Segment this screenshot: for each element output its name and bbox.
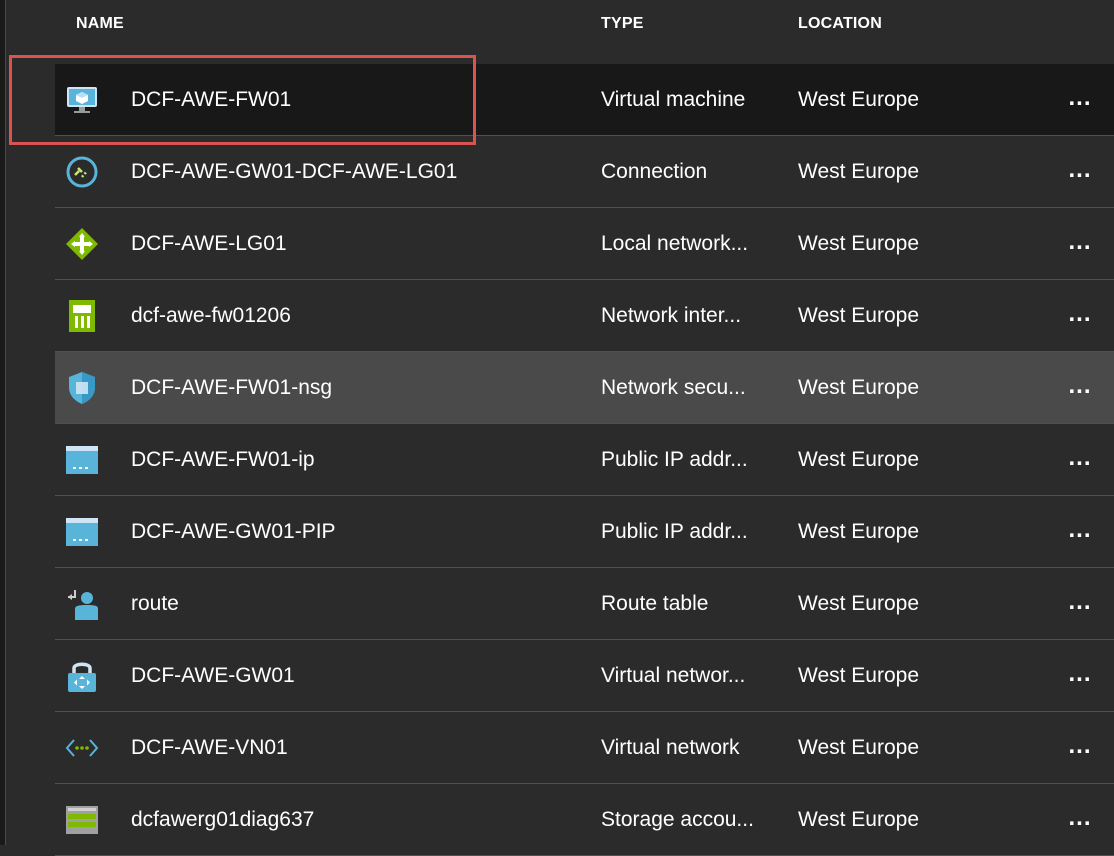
resource-name[interactable]: DCF-AWE-GW01-DCF-AWE-LG01 xyxy=(131,160,457,184)
route-table-icon xyxy=(65,587,99,621)
resource-type: Virtual networ... xyxy=(601,664,746,687)
more-options-button[interactable]: ... xyxy=(1060,156,1100,186)
resource-type: Virtual machine xyxy=(601,88,746,111)
resource-location: West Europe xyxy=(798,160,920,183)
public-ip-icon xyxy=(65,515,99,549)
resource-location: West Europe xyxy=(798,88,920,111)
resource-name[interactable]: dcf-awe-fw01206 xyxy=(131,304,291,328)
resource-location: West Europe xyxy=(798,520,920,543)
resource-location: West Europe xyxy=(798,664,920,687)
virtual-machine-icon xyxy=(65,83,99,117)
resource-type: Network secu... xyxy=(601,376,746,399)
column-header-location[interactable]: LOCATION xyxy=(798,15,882,33)
resource-location: West Europe xyxy=(798,592,920,615)
table-row[interactable]: DCF-AWE-GW01-DCF-AWE-LG01 Connection Wes… xyxy=(55,136,1114,208)
storage-account-icon xyxy=(65,803,99,837)
table-row[interactable]: DCF-AWE-FW01 Virtual machine West Europe… xyxy=(55,64,1114,136)
resource-location: West Europe xyxy=(798,808,920,831)
table-row[interactable]: dcf-awe-fw01206 Network inter... West Eu… xyxy=(55,280,1114,352)
more-options-button[interactable]: ... xyxy=(1060,372,1100,402)
resource-name[interactable]: DCF-AWE-FW01 xyxy=(131,88,291,112)
resource-location: West Europe xyxy=(798,232,920,255)
resource-type: Public IP addr... xyxy=(601,520,748,543)
resource-location: West Europe xyxy=(798,736,920,759)
resource-type: Virtual network xyxy=(601,736,740,759)
more-options-button[interactable]: ... xyxy=(1060,660,1100,690)
resource-location: West Europe xyxy=(798,448,920,471)
more-options-button[interactable]: ... xyxy=(1060,228,1100,258)
resource-location: West Europe xyxy=(798,376,920,399)
table-row[interactable]: DCF-AWE-GW01 Virtual networ... West Euro… xyxy=(55,640,1114,712)
resource-table: DCF-AWE-FW01 Virtual machine West Europe… xyxy=(55,64,1114,856)
more-options-button[interactable]: ... xyxy=(1060,588,1100,618)
table-row[interactable]: DCF-AWE-LG01 Local network... West Europ… xyxy=(55,208,1114,280)
resource-type: Local network... xyxy=(601,232,749,255)
more-options-button[interactable]: ... xyxy=(1060,732,1100,762)
column-header-type[interactable]: TYPE xyxy=(601,15,644,33)
column-header-name[interactable]: NAME xyxy=(76,15,124,33)
shield-icon xyxy=(65,371,99,405)
table-row[interactable]: dcfawerg01diag637 Storage accou... West … xyxy=(55,784,1114,856)
resource-name[interactable]: DCF-AWE-VN01 xyxy=(131,736,288,760)
virtual-network-icon xyxy=(65,731,99,765)
table-row[interactable]: DCF-AWE-FW01-ip Public IP addr... West E… xyxy=(55,424,1114,496)
resource-type: Public IP addr... xyxy=(601,448,748,471)
resource-name[interactable]: DCF-AWE-GW01-PIP xyxy=(131,520,336,544)
table-header: NAME TYPE LOCATION xyxy=(6,0,1114,50)
resource-type: Route table xyxy=(601,592,709,615)
public-ip-icon xyxy=(65,443,99,477)
table-row[interactable]: route Route table West Europe ... xyxy=(55,568,1114,640)
resource-name[interactable]: DCF-AWE-GW01 xyxy=(131,664,295,688)
more-options-button[interactable]: ... xyxy=(1060,516,1100,546)
local-network-gateway-icon xyxy=(65,227,99,261)
resource-name[interactable]: dcfawerg01diag637 xyxy=(131,808,314,832)
vpn-gateway-lock-icon xyxy=(65,659,99,693)
connection-icon xyxy=(65,155,99,189)
resource-name[interactable]: DCF-AWE-FW01-ip xyxy=(131,448,315,472)
resource-type: Connection xyxy=(601,160,708,183)
more-options-button[interactable]: ... xyxy=(1060,300,1100,330)
resource-location: West Europe xyxy=(798,304,920,327)
resource-type: Network inter... xyxy=(601,304,742,327)
resource-name[interactable]: route xyxy=(131,592,179,616)
resource-list-panel: NAME TYPE LOCATION DCF-AWE-FW01 Virtual … xyxy=(6,0,1114,856)
table-row[interactable]: DCF-AWE-GW01-PIP Public IP addr... West … xyxy=(55,496,1114,568)
more-options-button[interactable]: ... xyxy=(1060,804,1100,834)
more-options-button[interactable]: ... xyxy=(1060,444,1100,474)
more-options-button[interactable]: ... xyxy=(1060,84,1100,114)
network-interface-icon xyxy=(65,299,99,333)
table-row[interactable]: DCF-AWE-FW01-nsg Network secu... West Eu… xyxy=(55,352,1114,424)
resource-name[interactable]: DCF-AWE-FW01-nsg xyxy=(131,376,332,400)
table-row[interactable]: DCF-AWE-VN01 Virtual network West Europe… xyxy=(55,712,1114,784)
resource-name[interactable]: DCF-AWE-LG01 xyxy=(131,232,287,256)
resource-type: Storage accou... xyxy=(601,808,754,831)
